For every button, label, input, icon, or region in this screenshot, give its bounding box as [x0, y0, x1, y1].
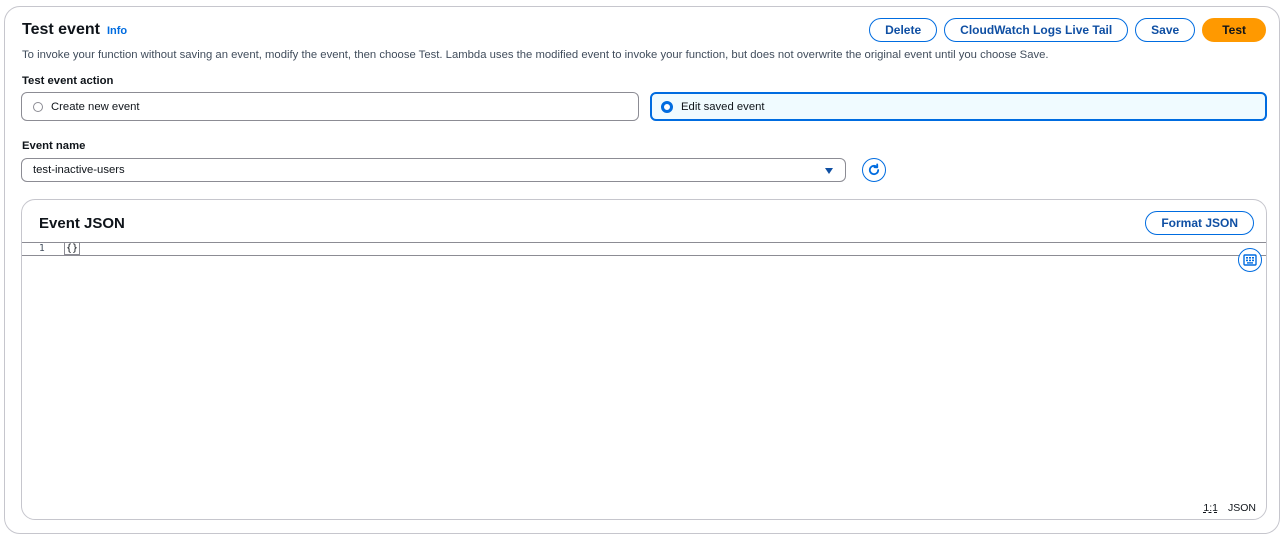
event-name-value: test-inactive-users	[33, 164, 125, 176]
edit-saved-event-label: Edit saved event	[681, 100, 765, 113]
editor-language: JSON	[1227, 502, 1256, 514]
event-name-label: Event name	[22, 140, 86, 152]
editor-title: Event JSON	[39, 215, 125, 232]
code-content[interactable]: {}	[64, 242, 81, 255]
create-new-event-option[interactable]: Create new event	[21, 92, 639, 121]
test-event-panel: Test event Info Delete CloudWatch Logs L…	[4, 6, 1280, 534]
caret-down-icon	[825, 168, 833, 174]
code-area[interactable]: 1 {}	[22, 242, 1266, 508]
line-number: 1	[39, 243, 45, 254]
format-json-button[interactable]: Format JSON	[1145, 211, 1254, 235]
info-link[interactable]: Info	[107, 25, 127, 37]
page-title: Test event	[22, 21, 100, 38]
save-button[interactable]: Save	[1135, 18, 1196, 42]
keyboard-icon	[1243, 254, 1257, 266]
event-json-editor: Event JSON Format JSON 1 {} 1:1 JSON	[21, 199, 1267, 520]
live-tail-button[interactable]: CloudWatch Logs Live Tail	[944, 18, 1129, 42]
radio-checked-icon[interactable]	[661, 100, 673, 113]
editor-status-bar: 1:1 JSON	[1203, 502, 1256, 514]
event-action-label: Test event action	[22, 75, 114, 87]
cursor-position[interactable]: 1:1	[1203, 502, 1218, 514]
panel-description: To invoke your function without saving a…	[22, 49, 1049, 61]
active-line: 1 {}	[22, 242, 1266, 256]
test-button[interactable]: Test	[1202, 18, 1266, 42]
refresh-icon	[868, 163, 880, 176]
radio-unchecked-icon[interactable]	[33, 101, 43, 112]
refresh-button[interactable]	[862, 158, 886, 182]
create-new-event-label: Create new event	[51, 100, 140, 113]
delete-button[interactable]: Delete	[869, 18, 938, 42]
panel-header: Test event Info	[22, 21, 127, 39]
edit-saved-event-option[interactable]: Edit saved event	[650, 92, 1267, 121]
event-name-select[interactable]: test-inactive-users	[21, 158, 846, 182]
action-buttons: Delete CloudWatch Logs Live Tail Save Te…	[869, 18, 1266, 42]
keyboard-shortcuts-button[interactable]	[1238, 248, 1262, 272]
